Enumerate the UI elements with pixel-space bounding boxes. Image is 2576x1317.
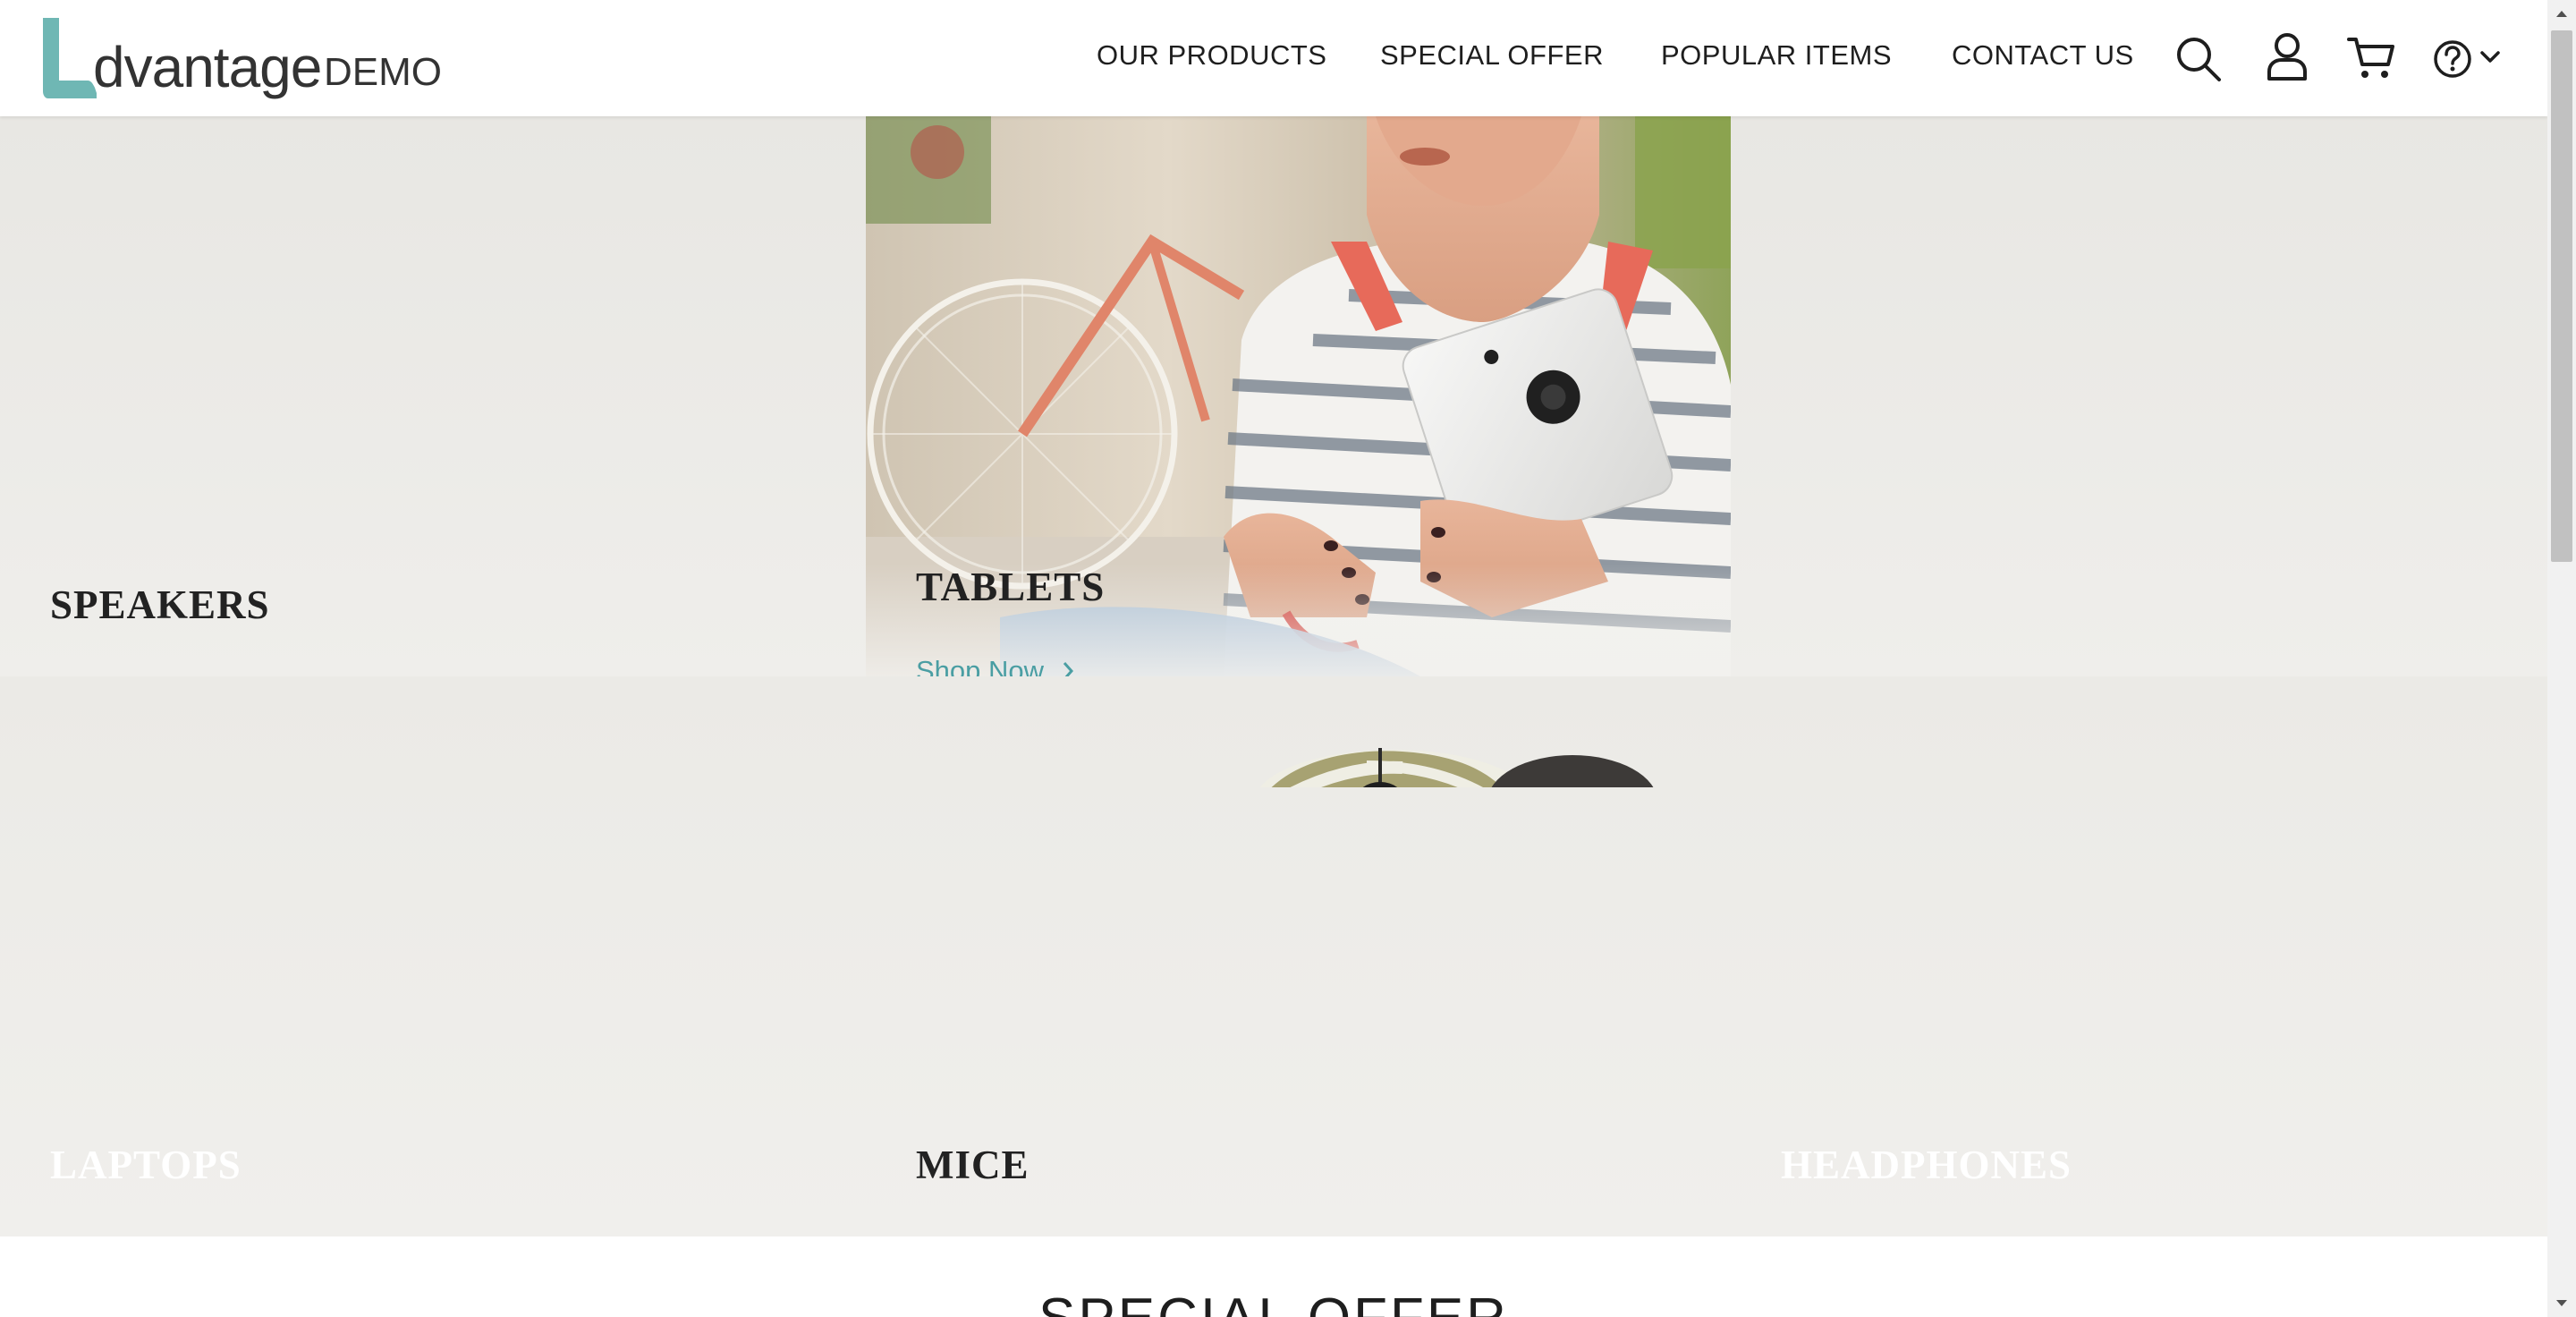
category-tile-headphones[interactable]: HEADPHONES [1731,676,2547,1236]
category-label-mice: MICE [916,1143,1030,1187]
cart-icon[interactable] [2347,36,2395,81]
page: dvantage DEMO OUR PRODUCTS SPECIAL OFFER… [0,0,2576,1317]
scrollbar-thumb[interactable] [2551,30,2572,562]
vertical-scrollbar[interactable] [2547,0,2576,1317]
user-icon[interactable] [2267,32,2308,81]
chevron-down-icon[interactable] [2479,50,2501,64]
special-offer-heading: SPECIAL OFFER [0,1287,2547,1317]
shop-now-label: Shop Now [916,655,1045,676]
logo-demo-suffix: DEMO [324,50,442,94]
brand-logo[interactable]: dvantage DEMO [39,16,442,106]
nav-contact-us[interactable]: CONTACT US [1952,39,2134,72]
shop-now-link[interactable]: Shop Now [916,655,1075,676]
help-icon[interactable] [2433,39,2472,79]
category-tile-laptops[interactable]: LAPTOPS [0,676,866,1236]
scroll-down-arrow-icon[interactable] [2547,1290,2576,1317]
category-label-tablets: TABLETS [916,565,1106,609]
nav-our-products[interactable]: OUR PRODUCTS [1097,39,1326,72]
chevron-right-icon [1063,662,1073,676]
category-tile-blank [1731,116,2547,676]
category-label-headphones: HEADPHONES [1781,1143,2072,1187]
category-label-speakers: SPEAKERS [50,582,270,627]
category-tile-speakers[interactable]: SPEAKERS [0,116,866,676]
category-tile-tablets[interactable]: TABLETS Shop Now [866,116,1731,676]
scroll-up-arrow-icon[interactable] [2547,0,2576,27]
search-icon[interactable] [2175,36,2222,82]
category-tile-mice[interactable]: MICE [866,676,1731,1236]
nav-special-offer[interactable]: SPECIAL OFFER [1380,39,1604,72]
nav-popular-items[interactable]: POPULAR ITEMS [1661,39,1892,72]
mice-hero-image [1260,748,1654,787]
category-label-laptops: LAPTOPS [50,1143,242,1187]
logo-mark-icon [43,18,97,98]
site-header: dvantage DEMO OUR PRODUCTS SPECIAL OFFER… [0,0,2547,116]
logo-wordmark: dvantage [93,35,322,99]
